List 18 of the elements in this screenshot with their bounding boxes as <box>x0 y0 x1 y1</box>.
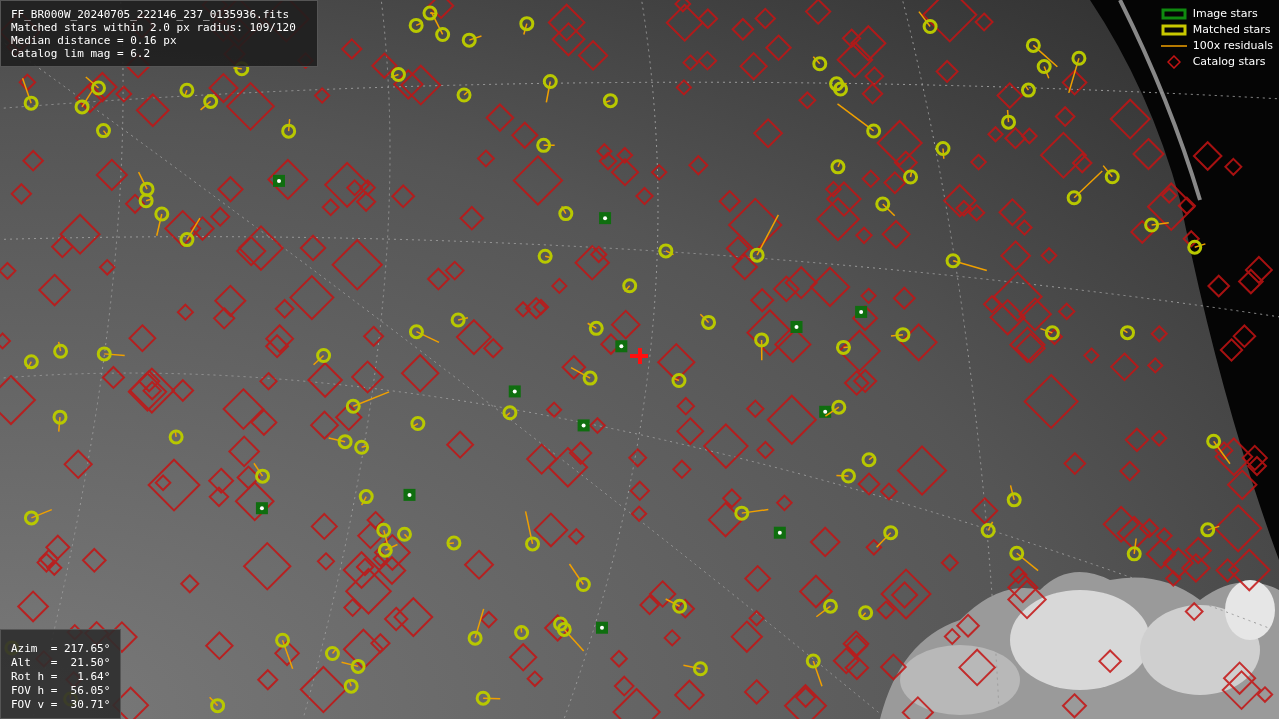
pointing-text: FOV h = 56.05° <box>11 684 110 698</box>
pointing-text: Azim = 217.65° <box>11 642 110 656</box>
info-text: Matched stars within 2.0 px radius: 109/120 <box>11 21 297 34</box>
legend-label: Catalog stars <box>1192 55 1266 68</box>
center-cross-icon <box>630 348 648 364</box>
line-icon <box>1160 44 1187 47</box>
pointing-text: FOV v = 30.71° <box>11 698 110 712</box>
info-text: Median distance = 0.16 px <box>11 34 178 47</box>
rectangle-icon <box>1160 23 1187 36</box>
legend-label: 100x residuals <box>1192 39 1273 52</box>
info-text: FF_BR000W_20240705_222146_237_0135936.fits <box>11 8 291 21</box>
info-text: Catalog lim mag = 6.2 <box>11 47 152 60</box>
legend-label: Matched stars <box>1192 23 1271 36</box>
pointing-text: Rot h = 1.64° <box>11 670 110 684</box>
rectangle-icon <box>1160 7 1187 20</box>
diamond-icon <box>1166 54 1181 69</box>
legend-label: Image stars <box>1192 7 1258 20</box>
pointing-text: Alt = 21.50° <box>11 656 110 670</box>
